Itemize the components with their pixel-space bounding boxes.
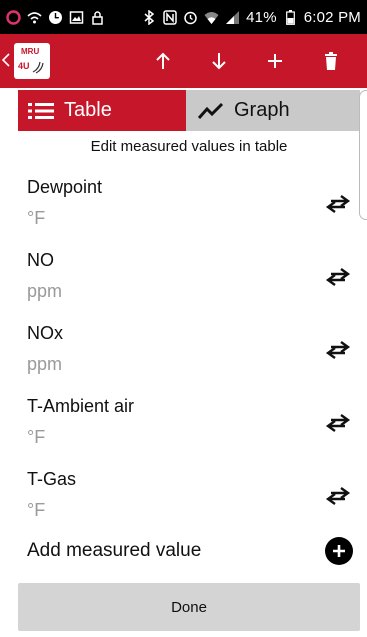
delete-button[interactable] <box>303 34 359 88</box>
done-button[interactable]: Done <box>18 583 360 631</box>
line-chart-icon <box>198 102 224 120</box>
measurement-unit: °F <box>27 500 46 520</box>
tab-graph-label: Graph <box>234 99 290 121</box>
list-item[interactable]: NOx ppm <box>0 314 367 387</box>
toolbar-actions <box>135 34 359 88</box>
list-item[interactable]: T-Ambient air °F <box>0 387 367 460</box>
battery-icon <box>283 9 298 25</box>
view-tabs: Table Graph <box>18 90 360 131</box>
tab-graph[interactable]: Graph <box>186 90 360 131</box>
add-circle-icon[interactable] <box>325 537 353 565</box>
measurement-list: Dewpoint °F NO ppm NOx ppm T-Ambient air… <box>0 168 367 533</box>
add-measured-value-label: Add measured value <box>27 540 202 561</box>
logo-top-text: MRU <box>21 47 40 56</box>
swap-arrows-icon[interactable] <box>323 338 353 362</box>
list-item[interactable]: Dewpoint °F <box>0 168 367 241</box>
plus-icon <box>268 54 282 68</box>
add-measured-value-row[interactable]: Add measured value <box>0 534 367 568</box>
move-up-button[interactable] <box>135 34 191 88</box>
list-item[interactable]: NO ppm <box>0 241 367 314</box>
swap-arrows-icon[interactable] <box>323 411 353 435</box>
notification-icons <box>6 9 105 25</box>
measurement-name: NOx <box>27 323 63 343</box>
back-chevron-icon[interactable] <box>1 51 12 72</box>
page-subtitle: Edit measured values in table <box>90 138 288 155</box>
measurement-name: T-Gas <box>27 469 77 489</box>
app-logo[interactable]: MRU 4U <box>14 43 50 79</box>
measurement-name: Dewpoint <box>27 177 103 197</box>
system-icons: 41% 6:02 PM <box>141 9 361 26</box>
swap-arrows-icon[interactable] <box>323 484 353 508</box>
measurement-unit: °F <box>27 427 46 447</box>
battery-percent: 41% <box>246 8 277 26</box>
alarm-notification-icon <box>48 10 63 25</box>
app-bar: MRU 4U <box>0 34 367 88</box>
bluetooth-icon <box>141 9 156 25</box>
arrow-down-icon <box>212 53 226 70</box>
nfc-icon <box>162 9 177 25</box>
measurement-name: T-Ambient air <box>27 396 135 416</box>
status-bar: 41% 6:02 PM <box>0 0 367 34</box>
clock: 6:02 PM <box>303 8 361 26</box>
swap-arrows-icon[interactable] <box>323 192 353 216</box>
measurement-unit: ppm <box>27 281 63 301</box>
image-notification-icon <box>69 10 84 25</box>
trash-icon <box>325 52 337 70</box>
measurement-unit: °F <box>27 208 46 228</box>
move-down-button[interactable] <box>191 34 247 88</box>
alarm-icon <box>183 10 198 25</box>
list-icon <box>28 102 54 120</box>
swap-arrows-icon[interactable] <box>323 265 353 289</box>
tab-table-label: Table <box>64 99 112 121</box>
wifi-call-icon <box>27 10 42 25</box>
signal-waves-icon <box>32 61 44 74</box>
arrow-up-icon <box>156 52 170 69</box>
tab-table[interactable]: Table <box>18 90 186 131</box>
list-item[interactable]: T-Gas °F <box>0 460 367 533</box>
wifi-icon <box>204 10 219 25</box>
measurement-name: NO <box>27 250 54 270</box>
logo-bottom-text: 4U <box>18 61 30 71</box>
signal-icon <box>225 10 240 25</box>
measurement-unit: ppm <box>27 354 63 374</box>
app-notification-icon <box>6 9 21 25</box>
add-button[interactable] <box>247 34 303 88</box>
lock-notification-icon <box>90 10 105 25</box>
